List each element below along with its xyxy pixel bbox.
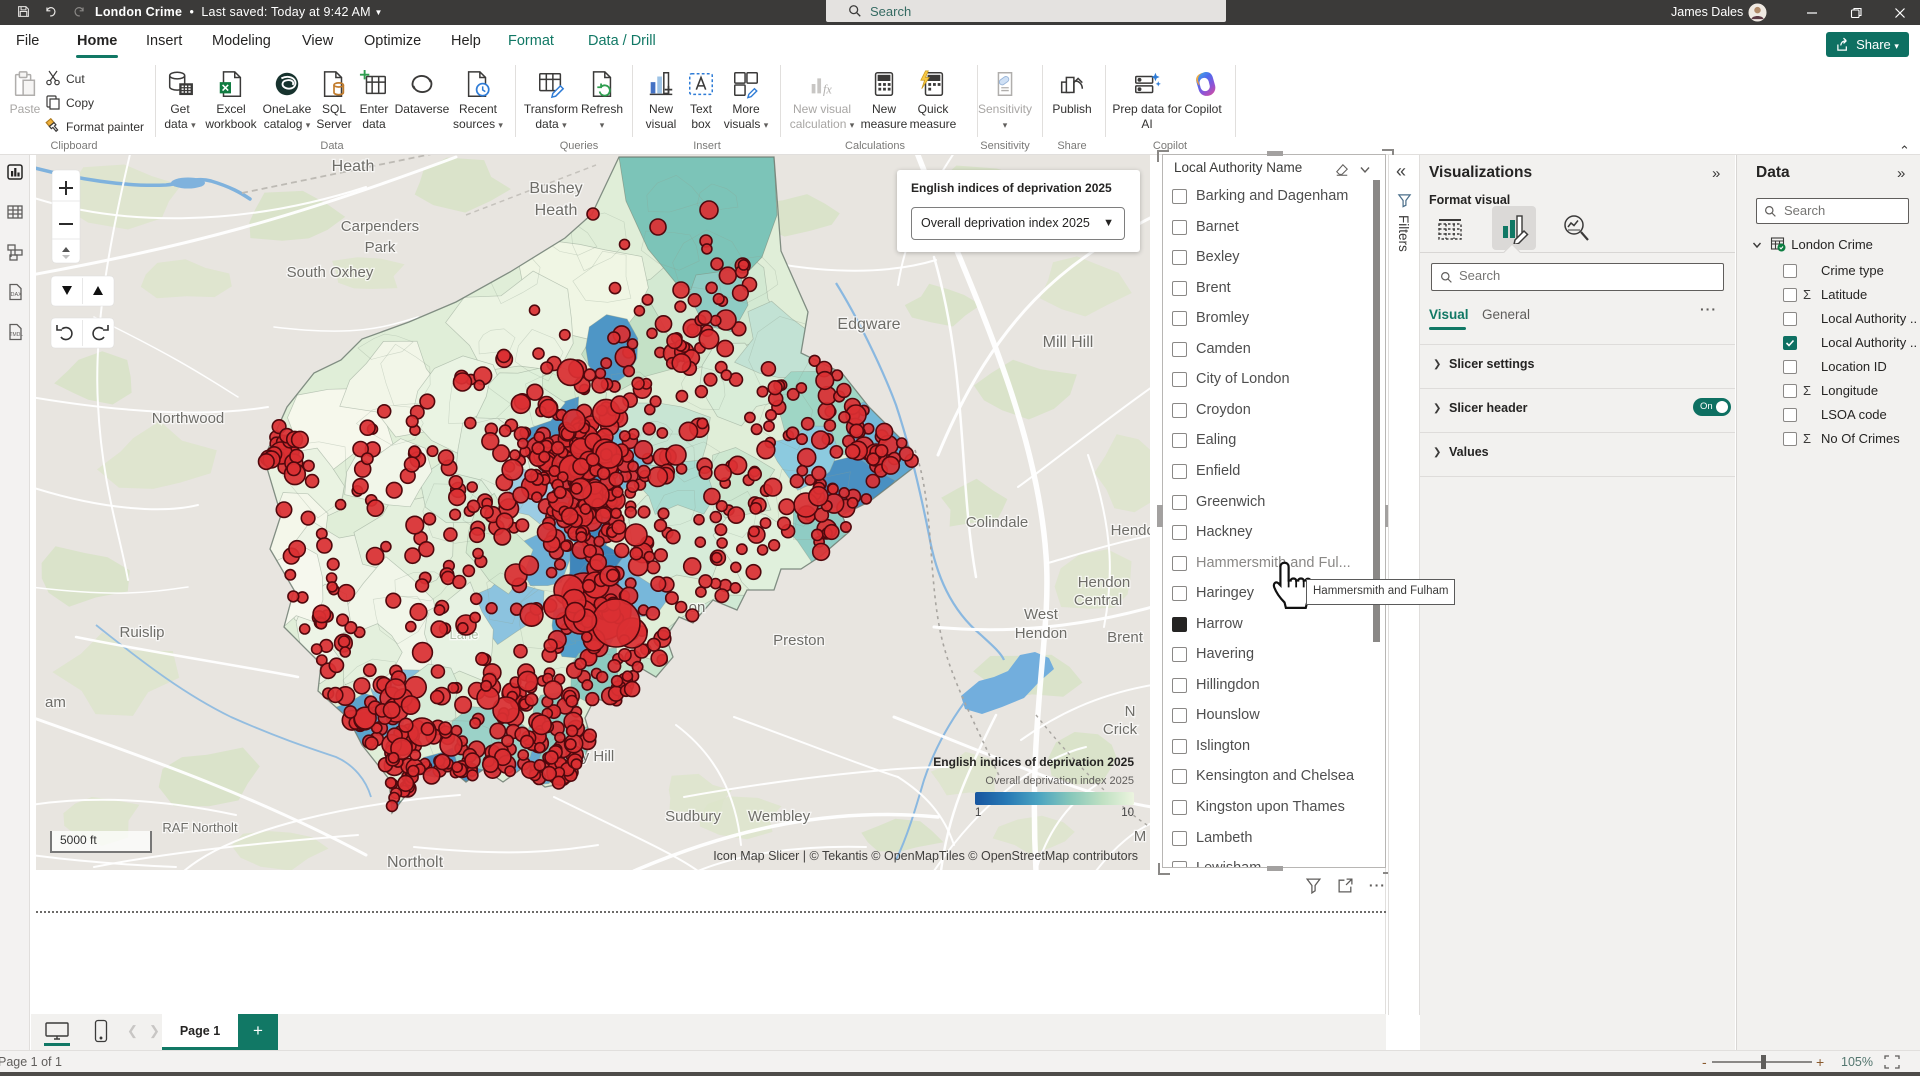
svg-text:Wembley: Wembley <box>748 808 811 825</box>
svg-text:M: M <box>1134 828 1147 845</box>
svg-text:South Oxhey: South Oxhey <box>287 264 374 281</box>
svg-text:Colindale: Colindale <box>966 514 1029 531</box>
svg-text:y Hill: y Hill <box>582 748 615 765</box>
svg-text:Park: Park <box>365 239 396 256</box>
svg-text:Preston: Preston <box>773 632 825 649</box>
svg-text:am: am <box>45 694 66 711</box>
svg-text:Mill Hill: Mill Hill <box>1043 334 1094 351</box>
svg-text:West: West <box>1024 606 1059 623</box>
svg-text:N: N <box>1125 703 1136 720</box>
svg-text:Heath: Heath <box>332 158 375 175</box>
svg-text:Bushey: Bushey <box>529 180 582 197</box>
svg-text:Hendon: Hendon <box>1015 625 1068 642</box>
svg-text:Sudbury: Sudbury <box>665 808 721 825</box>
svg-text:Carpenders: Carpenders <box>341 218 419 235</box>
svg-text:Ruislip: Ruislip <box>119 624 164 641</box>
svg-text:Northwood: Northwood <box>152 410 225 427</box>
svg-text:RAF Northolt: RAF Northolt <box>162 820 238 835</box>
svg-text:Central: Central <box>1074 592 1122 609</box>
svg-text:Crick: Crick <box>1103 721 1138 738</box>
svg-text:Brent: Brent <box>1107 629 1144 646</box>
svg-text:Hendc: Hendc <box>1111 522 1150 539</box>
svg-text:Edgware: Edgware <box>837 316 900 333</box>
svg-text:DAX: DAX <box>11 292 23 298</box>
svg-text:fx: fx <box>823 82 832 96</box>
svg-text:TMDL: TMDL <box>10 332 24 338</box>
svg-text:Heath: Heath <box>535 202 578 219</box>
svg-text:Hendon: Hendon <box>1078 574 1131 591</box>
